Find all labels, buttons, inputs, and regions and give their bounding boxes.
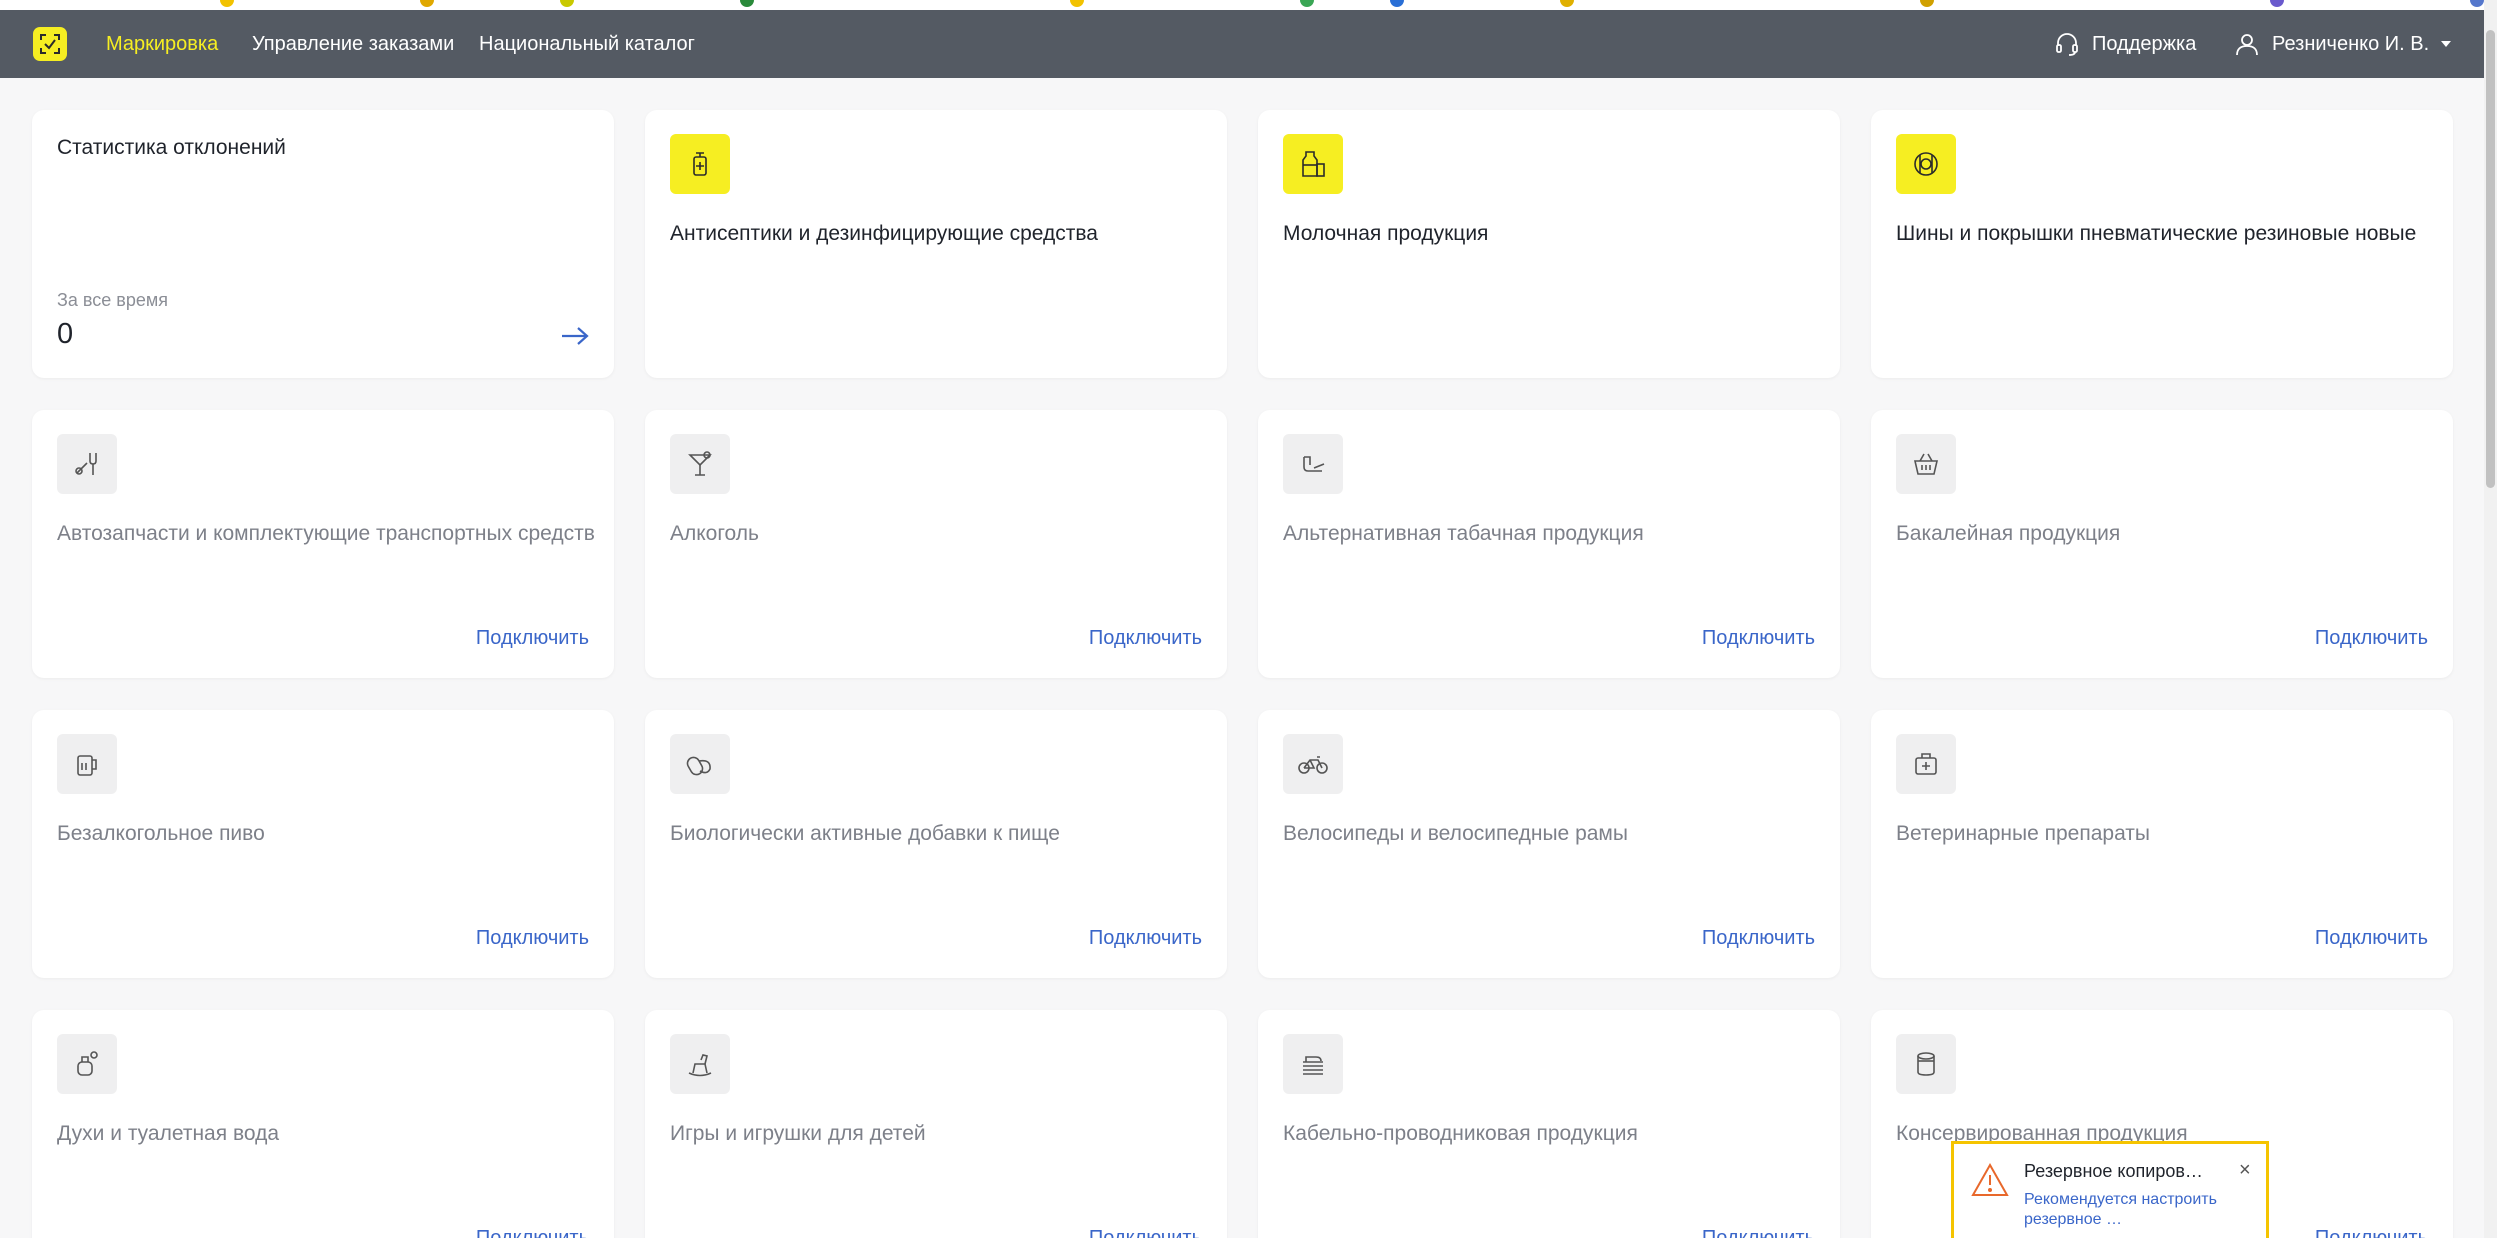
cocktail-icon [670, 434, 730, 494]
cable-icon [1283, 1034, 1343, 1094]
bicycle-icon [1283, 734, 1343, 794]
product-card: Игры и игрушки для детей Подключить [645, 1010, 1227, 1238]
product-title: Шины и покрышки пневматические резиновые… [1896, 222, 2417, 245]
stats-title: Статистика отклонений [57, 136, 286, 159]
user-icon [2236, 34, 2258, 56]
connect-link[interactable]: Подключить [1089, 927, 1202, 950]
marking-logo-icon[interactable] [33, 27, 67, 61]
antiseptic-icon [670, 134, 730, 194]
product-card: Велосипеды и велосипедные рамы Подключит… [1258, 710, 1840, 978]
notification-title: Резервное копиров… [2024, 1161, 2203, 1181]
scrollbar-thumb[interactable] [2486, 30, 2495, 488]
product-title: Безалкогольное пиво [57, 822, 265, 845]
user-menu[interactable]: Резниченко И. В. [2234, 30, 2452, 58]
wrench-icon [57, 434, 117, 494]
user-name: Резниченко И. В. [2272, 32, 2430, 55]
vet-kit-icon [1896, 734, 1956, 794]
product-title: Алкоголь [670, 522, 759, 545]
support-label: Поддержка [2092, 32, 2197, 55]
product-title: Кабельно-проводниковая продукция [1283, 1122, 1638, 1145]
supplement-icon [670, 734, 730, 794]
nav-link-marking[interactable]: Маркировка [106, 33, 218, 56]
notification-link[interactable]: Рекомендуется настроить резервное … [2024, 1190, 2224, 1230]
browser-bookmarks-strip [0, 0, 2497, 10]
can-icon [1896, 1034, 1956, 1094]
product-title: Духи и туалетная вода [57, 1122, 280, 1145]
connect-link[interactable]: Подключить [2315, 1227, 2428, 1238]
product-title: Молочная продукция [1283, 222, 1489, 245]
connect-link[interactable]: Подключить [1702, 927, 1815, 950]
product-card[interactable]: Молочная продукция [1258, 110, 1840, 378]
product-card: Ветеринарные препараты Подключить [1871, 710, 2453, 978]
product-title: Игры и игрушки для детей [670, 1122, 926, 1145]
rocking-horse-icon [670, 1034, 730, 1094]
stats-card: Статистика отклонений За все время 0 [32, 110, 614, 378]
connect-link[interactable]: Подключить [2315, 627, 2428, 650]
warning-icon [1971, 1162, 2009, 1196]
product-card: Биологически активные добавки к пище Под… [645, 710, 1227, 978]
product-title: Антисептики и дезинфицирующие средства [670, 222, 1098, 245]
connect-link[interactable]: Подключить [1089, 1227, 1202, 1238]
close-icon[interactable]: × [2239, 1159, 2251, 1182]
pipe-icon [1283, 434, 1343, 494]
product-card: Безалкогольное пиво Подключить [32, 710, 614, 978]
connect-link[interactable]: Подключить [1702, 1227, 1815, 1238]
nav-link-national-catalog[interactable]: Национальный каталог [479, 33, 695, 56]
product-card: Алкоголь Подключить [645, 410, 1227, 678]
top-navbar: Маркировка Управление заказами Националь… [0, 10, 2484, 78]
tire-icon [1896, 134, 1956, 194]
beer-mug-icon [57, 734, 117, 794]
product-card: Автозапчасти и комплектующие транспортны… [32, 410, 614, 678]
connect-link[interactable]: Подключить [476, 927, 589, 950]
connect-link[interactable]: Подключить [2315, 927, 2428, 950]
nav-link-order-management[interactable]: Управление заказами [252, 33, 454, 56]
connect-link[interactable]: Подключить [476, 1227, 589, 1238]
stats-period: За все время [57, 290, 168, 310]
product-card[interactable]: Антисептики и дезинфицирующие средства [645, 110, 1227, 378]
connect-link[interactable]: Подключить [476, 627, 589, 650]
product-title: Ветеринарные препараты [1896, 822, 2151, 845]
product-title: Биологически активные добавки к пище [670, 822, 1060, 845]
basket-icon [1896, 434, 1956, 494]
product-card: Бакалейная продукция Подключить [1871, 410, 2453, 678]
product-card: Кабельно-проводниковая продукция Подключ… [1258, 1010, 1840, 1238]
support-button[interactable]: Поддержка [2054, 30, 2196, 58]
milk-icon [1283, 134, 1343, 194]
backup-notification: Резервное копиров… × Рекомендуется настр… [1951, 1141, 2269, 1238]
product-card[interactable]: Шины и покрышки пневматические резиновые… [1871, 110, 2453, 378]
stats-value: 0 [57, 318, 74, 350]
product-title: Велосипеды и велосипедные рамы [1283, 822, 1628, 845]
product-title: Автозапчасти и комплектующие транспортны… [57, 522, 595, 545]
connect-link[interactable]: Подключить [1089, 627, 1202, 650]
chevron-down-icon [2441, 41, 2452, 47]
product-title: Альтернативная табачная продукция [1283, 522, 1644, 545]
headset-icon [2056, 33, 2078, 56]
perfume-icon [57, 1034, 117, 1094]
arrow-right-icon[interactable] [560, 324, 590, 348]
product-card: Духи и туалетная вода Подключить [32, 1010, 614, 1238]
product-title: Бакалейная продукция [1896, 522, 2121, 545]
connect-link[interactable]: Подключить [1702, 627, 1815, 650]
product-card: Альтернативная табачная продукция Подклю… [1258, 410, 1840, 678]
